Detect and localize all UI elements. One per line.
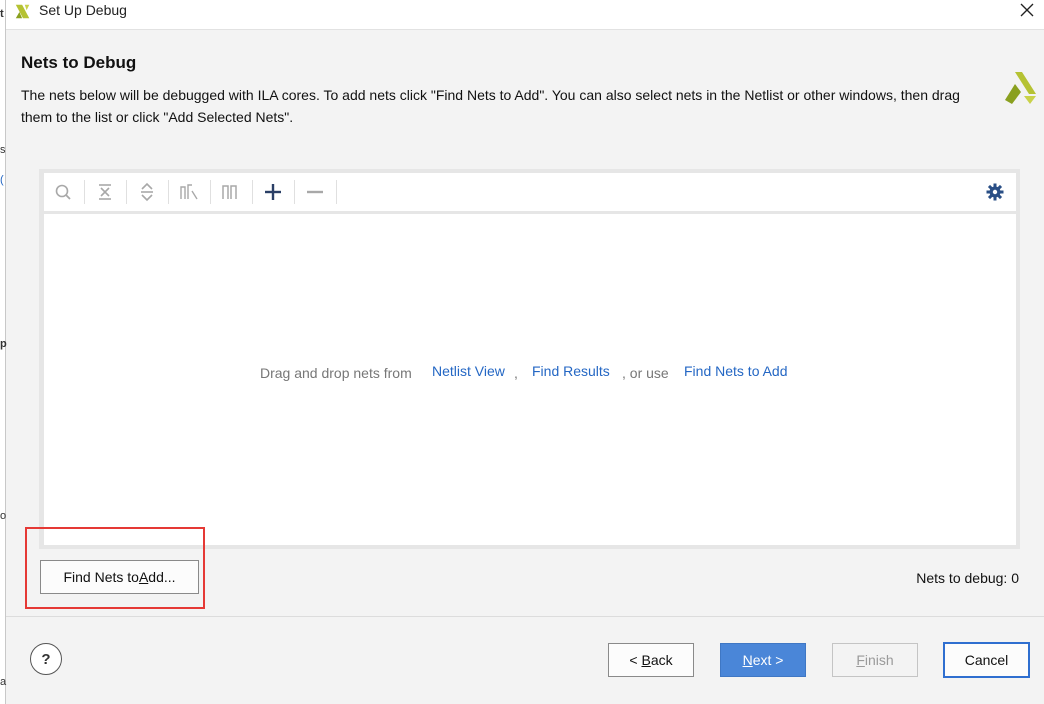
add-icon[interactable] <box>262 181 284 203</box>
background-window-edge: t s ( p o a <box>0 0 7 704</box>
nets-toolbar <box>44 173 1016 211</box>
gear-icon[interactable] <box>984 181 1006 203</box>
background-glyph: a <box>0 676 7 688</box>
search-icon[interactable] <box>52 181 74 203</box>
toolbar-separator <box>252 180 253 204</box>
brand-logo-icon <box>1005 72 1036 104</box>
dialog-title: Set Up Debug <box>39 2 127 18</box>
hint-or-use: , or use <box>622 365 669 381</box>
page-description: The nets below will be debugged with ILA… <box>21 87 960 125</box>
page-title: Nets to Debug <box>21 53 137 72</box>
background-glyph: ( <box>0 174 4 186</box>
remove-icon[interactable] <box>304 181 326 203</box>
cancel-button[interactable]: Cancel <box>943 642 1030 678</box>
next-button[interactable]: Next > <box>720 643 806 677</box>
background-glyph: o <box>0 510 7 522</box>
hint-comma: , <box>514 365 518 381</box>
close-icon[interactable] <box>1016 0 1038 22</box>
next-mnemonic: N <box>742 652 753 668</box>
toolbar-separator <box>168 180 169 204</box>
footer-divider <box>6 616 1044 617</box>
back-label-pre: < <box>629 652 642 668</box>
background-glyph: t <box>0 8 4 20</box>
waveform-icon[interactable] <box>220 181 242 203</box>
help-button[interactable]: ? <box>30 643 62 675</box>
toolbar-separator <box>336 180 337 204</box>
dialog-title-bar[interactable]: Set Up Debug <box>6 0 1044 30</box>
nets-list-area[interactable]: Drag and drop nets from Netlist View , F… <box>44 214 1016 545</box>
toolbar-separator <box>126 180 127 204</box>
app-logo-icon <box>15 4 30 19</box>
netlist-view-link[interactable]: Netlist View <box>432 363 505 379</box>
background-glyph: s <box>0 144 6 156</box>
finish-button[interactable]: Finish <box>832 643 918 677</box>
find-results-link[interactable]: Find Results <box>532 363 610 379</box>
collapse-all-icon[interactable] <box>94 181 116 203</box>
expand-all-icon[interactable] <box>136 181 158 203</box>
drop-hint-text: Drag and drop nets from <box>260 365 412 381</box>
find-nets-link[interactable]: Find Nets to Add <box>684 363 788 379</box>
finish-mnemonic: F <box>856 652 865 668</box>
highlight-box <box>25 527 205 609</box>
toolbar-separator <box>84 180 85 204</box>
nets-count: Nets to debug: 0 <box>916 570 1019 586</box>
auto-select-icon[interactable] <box>178 181 200 203</box>
next-label-post: ext > <box>752 652 784 668</box>
back-button[interactable]: < Back <box>608 643 694 677</box>
toolbar-separator <box>210 180 211 204</box>
back-mnemonic: B <box>641 652 651 668</box>
finish-label-post: inish <box>864 652 894 668</box>
toolbar-separator <box>294 180 295 204</box>
back-label-post: ack <box>650 652 673 668</box>
background-glyph: p <box>0 338 7 350</box>
